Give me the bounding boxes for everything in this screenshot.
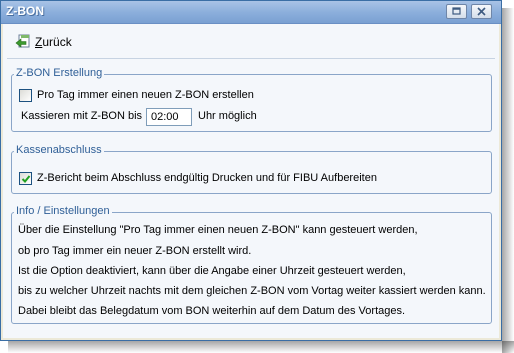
info-group: Info / Einstellungen Über die Einstellun…: [11, 205, 492, 324]
info-line: ob pro Tag immer ein neuer Z-BON erstell…: [18, 245, 252, 257]
time-label-before: Kassieren mit Z-BON bis: [21, 110, 143, 122]
print-report-checkbox[interactable]: [19, 172, 32, 185]
zbon-group: Z-BON Erstellung Pro Tag immer einen neu…: [11, 67, 492, 132]
info-group-title: Info / Einstellungen: [14, 205, 112, 217]
info-line: Ist die Option deaktiviert, kann über di…: [18, 265, 406, 277]
info-line: Über die Einstellung "Pro Tag immer eine…: [18, 224, 418, 236]
back-label: Zurück: [35, 35, 72, 49]
checkmark-icon: [21, 175, 31, 183]
info-line: Dabei bleibt das Belegdatum vom BON weit…: [18, 305, 406, 317]
time-label-after: Uhr möglich: [198, 110, 257, 122]
daily-zbon-checkbox[interactable]: [19, 89, 32, 102]
window-title: Z-BON: [6, 4, 44, 18]
kassenabschluss-group: Kassenabschluss Z-Bericht beim Abschluss…: [11, 144, 492, 194]
print-report-label: Z-Bericht beim Abschluss endgültig Druck…: [37, 172, 377, 184]
close-icon: [477, 7, 486, 16]
zbon-group-title: Z-BON Erstellung: [14, 67, 105, 79]
title-bar[interactable]: Z-BON: [1, 1, 501, 24]
zbon-window: Z-BON Zurück Z-BON Erstellung Pro Tag im…: [0, 0, 502, 341]
time-input[interactable]: 02:00: [146, 108, 192, 126]
back-button[interactable]: Zurück: [13, 30, 83, 52]
client-area: Zurück Z-BON Erstellung Pro Tag immer ei…: [3, 24, 499, 338]
window-shadow-right: [502, 8, 514, 353]
window-shadow-bottom: [8, 341, 514, 353]
info-line: bis zu welcher Uhrzeit nachts mit dem gl…: [18, 285, 486, 297]
restore-button[interactable]: [446, 4, 467, 19]
kassenabschluss-group-title: Kassenabschluss: [14, 144, 104, 156]
toolbar-separator: [7, 58, 495, 59]
daily-zbon-label: Pro Tag immer einen neuen Z-BON erstelle…: [37, 89, 254, 101]
back-arrow-icon: [15, 34, 30, 48]
close-button[interactable]: [471, 4, 492, 19]
restore-icon: [452, 7, 461, 15]
